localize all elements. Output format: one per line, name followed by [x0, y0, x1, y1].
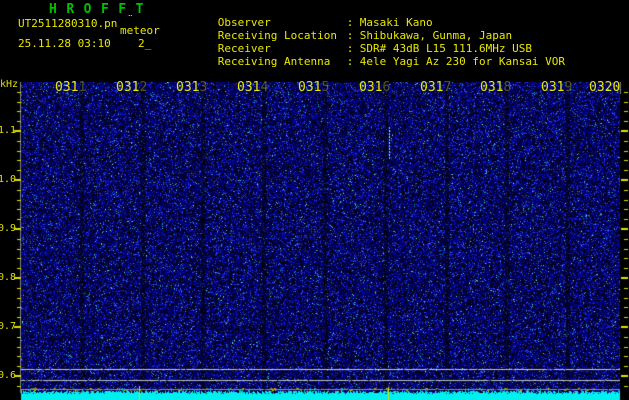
info-label: Observer: [217, 16, 271, 29]
time-label: 0318: [480, 80, 512, 95]
hrofft-window: HROFFT UT2511280310.pn ¨ meteor 25.11.28…: [0, 0, 629, 400]
time-label: 0315: [298, 80, 330, 95]
time-label: 0320: [589, 80, 621, 95]
info-colon: :: [346, 16, 354, 29]
time-label: 0319: [541, 80, 573, 95]
info-row-observer: Observer: Masaki Kano: [178, 3, 565, 29]
freq-axis-unit: kHz: [0, 79, 19, 90]
time-label: 0312: [116, 80, 148, 95]
time-label: 0311: [55, 80, 87, 95]
spectrogram-canvas: [0, 82, 629, 400]
freq-tick-label: 1.0: [0, 174, 17, 185]
freq-tick-label: 0.7: [0, 321, 17, 332]
time-label: 0317: [420, 80, 452, 95]
info-value: Masaki Kano: [359, 16, 433, 29]
freq-tick-label: 0.9: [0, 223, 17, 234]
datetime-label: 25.11.28 03:10: [18, 37, 111, 50]
info-colon: :: [346, 55, 354, 68]
mode-label: meteor: [120, 24, 160, 37]
info-colon: :: [346, 29, 354, 42]
time-label: 0314: [237, 80, 269, 95]
info-value: Shibukawa, Gunma, Japan: [359, 29, 513, 42]
info-value: 4ele Yagi Az 230 for Kansai VOR: [359, 55, 566, 68]
freq-tick-label: 1.1: [0, 125, 17, 136]
time-label: 0316: [359, 80, 391, 95]
echo-counter: 2_: [138, 37, 152, 50]
freq-tick-label: 0.6: [0, 370, 17, 381]
station-info: Observer: Masaki Kano Receiving Location:…: [178, 3, 565, 68]
info-colon: :: [346, 42, 354, 55]
time-label: 0313: [176, 80, 208, 95]
capture-filename: UT2511280310.pn: [18, 17, 118, 30]
freq-tick-label: 0.8: [0, 272, 17, 283]
info-label: Receiving Location: [217, 29, 337, 42]
info-label: Receiver: [217, 42, 271, 55]
info-label: Receiving Antenna: [217, 55, 331, 68]
info-value: SDR# 43dB L15 111.6MHz USB: [359, 42, 532, 55]
app-title: HROFFT: [49, 2, 153, 17]
